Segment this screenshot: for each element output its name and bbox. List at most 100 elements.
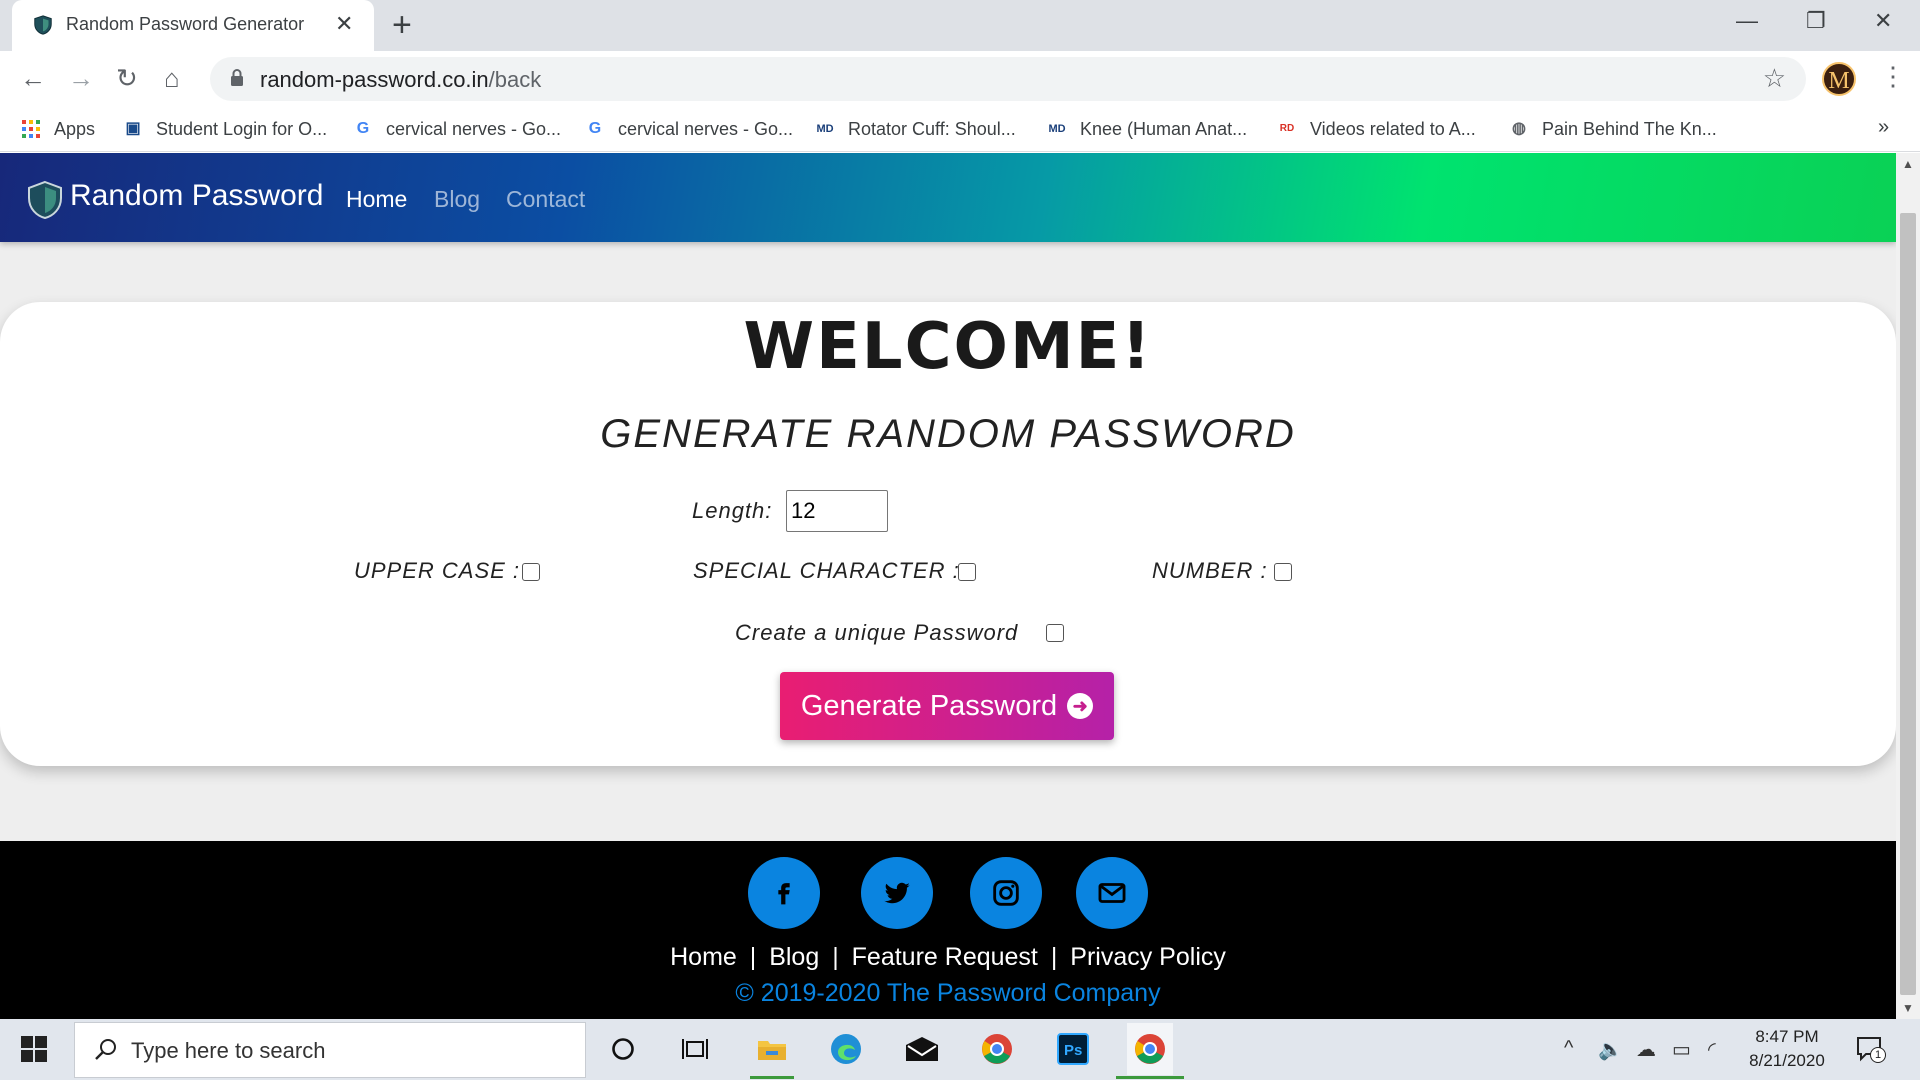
address-bar[interactable]: random-password.co.in/back ☆ bbox=[210, 57, 1806, 101]
upper-case-checkbox[interactable] bbox=[522, 563, 540, 581]
home-icon[interactable]: ⌂ bbox=[164, 63, 180, 93]
instagram-icon bbox=[993, 880, 1019, 906]
mail-icon[interactable] bbox=[902, 1029, 942, 1069]
scroll-up-icon[interactable]: ▲ bbox=[1902, 157, 1914, 171]
twitter-button[interactable] bbox=[861, 857, 933, 929]
shield-logo-icon bbox=[28, 180, 62, 220]
nav-blog[interactable]: Blog bbox=[434, 186, 480, 213]
bookmark-star-icon[interactable]: ☆ bbox=[1763, 63, 1786, 94]
bookmark-label: Rotator Cuff: Shoul... bbox=[848, 118, 1016, 139]
reload-icon[interactable]: ↻ bbox=[116, 63, 138, 93]
notification-count-badge: 1 bbox=[1870, 1047, 1886, 1063]
taskbar-search-box[interactable]: Type here to search bbox=[74, 1022, 586, 1078]
bookmark-cervical-nerves-2[interactable]: G cervical nerves - Go... bbox=[584, 115, 793, 143]
search-icon bbox=[95, 1039, 116, 1060]
onedrive-icon[interactable]: ☁ bbox=[1636, 1037, 1656, 1062]
show-hidden-icons-icon[interactable]: ^ bbox=[1564, 1037, 1573, 1060]
page-scrollbar[interactable]: ▲ ▼ bbox=[1896, 153, 1920, 1019]
student-portal-icon: ▣ bbox=[125, 120, 141, 137]
footer-link-blog[interactable]: Blog bbox=[769, 943, 819, 971]
svg-text:Ps: Ps bbox=[1064, 1042, 1082, 1059]
bookmark-label: cervical nerves - Go... bbox=[618, 118, 794, 139]
edge-icon[interactable] bbox=[826, 1029, 866, 1069]
battery-icon[interactable]: ▭ bbox=[1672, 1037, 1691, 1062]
file-explorer-icon[interactable] bbox=[752, 1029, 792, 1069]
footer-links: Home | Blog | Feature Request | Privacy … bbox=[0, 943, 1896, 972]
chrome-active-indicator bbox=[1116, 1076, 1184, 1079]
google-icon: G bbox=[356, 120, 370, 137]
footer-link-home[interactable]: Home bbox=[670, 943, 737, 971]
profile-avatar[interactable]: M bbox=[1822, 62, 1856, 96]
bookmark-cervical-nerves-1[interactable]: G cervical nerves - Go... bbox=[352, 115, 561, 143]
bookmark-apps[interactable]: Apps bbox=[20, 115, 95, 143]
brand-name[interactable]: Random Password bbox=[70, 179, 323, 213]
notifications-icon[interactable]: 1 bbox=[1856, 1035, 1886, 1063]
generate-button-label: Generate Password bbox=[800, 689, 1058, 722]
site-navbar: Random Password Home Blog Contact bbox=[0, 153, 1896, 242]
chrome-icon[interactable] bbox=[977, 1029, 1017, 1069]
browser-tab[interactable]: Random Password Generator ✕ bbox=[12, 0, 374, 51]
clock-time: 8:47 PM bbox=[1755, 1027, 1819, 1046]
footer-link-privacy-policy[interactable]: Privacy Policy bbox=[1070, 943, 1226, 971]
upper-case-label: UPPER CASE : bbox=[354, 558, 521, 583]
apps-grid-icon bbox=[20, 118, 42, 140]
number-checkbox[interactable] bbox=[1274, 563, 1292, 581]
taskbar-clock[interactable]: 8:47 PM 8/21/2020 bbox=[1730, 1025, 1844, 1073]
tab-close-icon[interactable]: ✕ bbox=[335, 11, 353, 37]
minimize-icon[interactable]: — bbox=[1736, 8, 1758, 34]
url-domain: random-password.co.in bbox=[260, 67, 489, 92]
unique-password-checkbox[interactable] bbox=[1046, 624, 1064, 642]
windows-start-icon[interactable] bbox=[20, 1035, 48, 1063]
unique-password-label: Create a unique Password bbox=[735, 620, 1019, 645]
bookmark-student-login[interactable]: ▣ Student Login for O... bbox=[122, 115, 327, 143]
facebook-button[interactable] bbox=[748, 857, 820, 929]
bookmark-label: Pain Behind The Kn... bbox=[1542, 118, 1717, 139]
special-character-label: SPECIAL CHARACTER : bbox=[693, 558, 960, 583]
welcome-heading: WELCOME! bbox=[743, 310, 1153, 384]
globe-icon: ◍ bbox=[1512, 120, 1526, 137]
forward-icon[interactable]: → bbox=[68, 63, 94, 93]
bookmark-rotator-cuff[interactable]: MD Rotator Cuff: Shoul... bbox=[814, 115, 1016, 143]
new-tab-icon[interactable]: + bbox=[392, 6, 412, 44]
copyright-text: © 2019-2020 The Password Company bbox=[735, 979, 1161, 1007]
length-input[interactable] bbox=[786, 490, 888, 532]
generate-password-button[interactable]: Generate Password ➜ bbox=[780, 672, 1114, 740]
nav-contact[interactable]: Contact bbox=[506, 186, 585, 213]
page-viewport: Random Password Home Blog Contact WELCOM… bbox=[0, 153, 1896, 1019]
webmd-icon: MD bbox=[1048, 123, 1066, 135]
nav-home[interactable]: Home bbox=[346, 186, 407, 213]
scroll-thumb[interactable] bbox=[1900, 213, 1916, 995]
lock-icon bbox=[231, 69, 243, 86]
task-view-icon[interactable] bbox=[675, 1029, 715, 1069]
bookmark-pain-behind[interactable]: ◍ Pain Behind The Kn... bbox=[1508, 115, 1717, 143]
footer-link-feature-request[interactable]: Feature Request bbox=[852, 943, 1038, 971]
url-path: /back bbox=[488, 67, 542, 92]
scroll-down-icon[interactable]: ▼ bbox=[1902, 1001, 1914, 1015]
restore-icon[interactable]: ❐ bbox=[1806, 8, 1826, 34]
bookmark-label: Apps bbox=[54, 118, 96, 139]
cortana-icon[interactable] bbox=[603, 1029, 643, 1069]
browser-menu-icon[interactable]: ⋮ bbox=[1880, 61, 1906, 92]
bookmark-videos[interactable]: RD Videos related to A... bbox=[1276, 115, 1476, 143]
email-button[interactable] bbox=[1076, 857, 1148, 929]
more-bookmarks-icon[interactable]: » bbox=[1878, 116, 1889, 139]
wifi-icon[interactable]: ◜ bbox=[1708, 1037, 1716, 1062]
bookmark-label: cervical nerves - Go... bbox=[386, 118, 562, 139]
instagram-button[interactable] bbox=[970, 857, 1042, 929]
bookmarks-bar: Apps ▣ Student Login for O... G cervical… bbox=[0, 106, 1920, 152]
photoshop-icon[interactable]: Ps bbox=[1053, 1029, 1093, 1069]
generator-subtitle: GENERATE RANDOM PASSWORD bbox=[600, 412, 1296, 456]
chrome-active-icon[interactable] bbox=[1127, 1023, 1173, 1075]
twitter-icon bbox=[884, 882, 910, 904]
file-explorer-active-indicator bbox=[750, 1076, 794, 1079]
webmd-icon: MD bbox=[816, 123, 834, 135]
volume-icon[interactable]: 🔈 bbox=[1598, 1037, 1623, 1062]
close-window-icon[interactable]: ✕ bbox=[1874, 8, 1892, 34]
back-icon[interactable]: ← bbox=[20, 63, 46, 93]
bookmark-knee[interactable]: MD Knee (Human Anat... bbox=[1046, 115, 1247, 143]
special-character-checkbox[interactable] bbox=[958, 563, 976, 581]
bookmark-label: Knee (Human Anat... bbox=[1080, 118, 1248, 139]
tab-title: Random Password Generator bbox=[66, 14, 305, 34]
number-label: NUMBER : bbox=[1152, 558, 1268, 583]
search-placeholder: Type here to search bbox=[131, 1038, 326, 1063]
